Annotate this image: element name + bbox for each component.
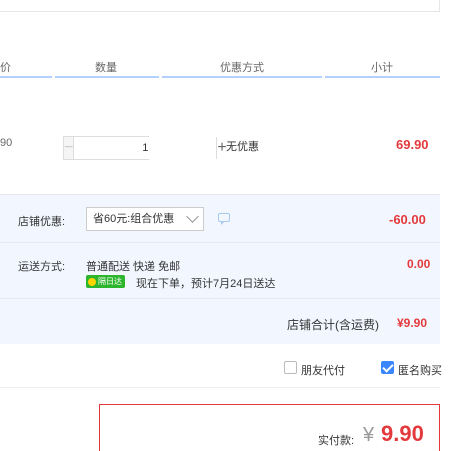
payment-amount: 9.90	[381, 421, 424, 446]
anonymous-checkbox[interactable]	[381, 361, 394, 374]
store-discount-amount: -60.00	[389, 212, 426, 227]
next-day-badge-label: 隔日达	[98, 277, 122, 286]
header-col-discount: 优惠方式	[162, 60, 322, 78]
store-discount-label: 店铺优惠:	[18, 216, 66, 228]
friend-pay-checkbox[interactable]	[284, 361, 297, 374]
header-price-label: 价	[0, 62, 11, 74]
payment-label: 实付款:	[318, 435, 355, 447]
divider	[0, 242, 440, 243]
chat-bubble-icon[interactable]	[218, 213, 230, 225]
decrease-button[interactable]: −	[64, 137, 75, 159]
friend-pay-label: 朋友代付	[301, 365, 345, 377]
header-subtotal-label: 小计	[371, 62, 393, 74]
header-col-price: 价	[0, 60, 52, 78]
divider	[0, 298, 440, 299]
shipping-amount: 0.00	[407, 257, 431, 271]
store-discount-select[interactable]: 省60元:组合优惠	[86, 207, 204, 231]
store-total-amount: ¥9.90	[397, 316, 428, 330]
chevron-down-icon	[186, 210, 199, 223]
header-quantity-label: 数量	[95, 62, 117, 74]
shipping-label: 运送方式:	[18, 261, 66, 273]
shipping-eta: 现在下单，预计7月24日送达	[136, 278, 276, 290]
quantity-stepper: − +	[63, 136, 227, 160]
store-total-label: 店铺合计(含运费)	[287, 318, 379, 332]
header-col-subtotal: 小计	[325, 60, 440, 78]
divider	[0, 387, 440, 388]
anonymous-label: 匿名购买	[398, 365, 442, 377]
item-discount: 无优惠	[226, 141, 259, 153]
store-discount-selected: 省60元:组合优惠	[93, 213, 175, 225]
quantity-input[interactable]	[74, 137, 217, 159]
payment-currency: ¥	[363, 424, 375, 446]
header-discount-label: 优惠方式	[220, 62, 264, 74]
item-subtotal: 69.90	[396, 137, 429, 152]
item-price: 90	[0, 137, 13, 149]
lightning-icon	[88, 277, 96, 286]
shipping-method: 普通配送 快递 免邮	[86, 261, 181, 273]
header-col-quantity: 数量	[55, 60, 159, 78]
previous-section-box	[0, 0, 440, 12]
next-day-badge: 隔日达	[86, 275, 125, 288]
